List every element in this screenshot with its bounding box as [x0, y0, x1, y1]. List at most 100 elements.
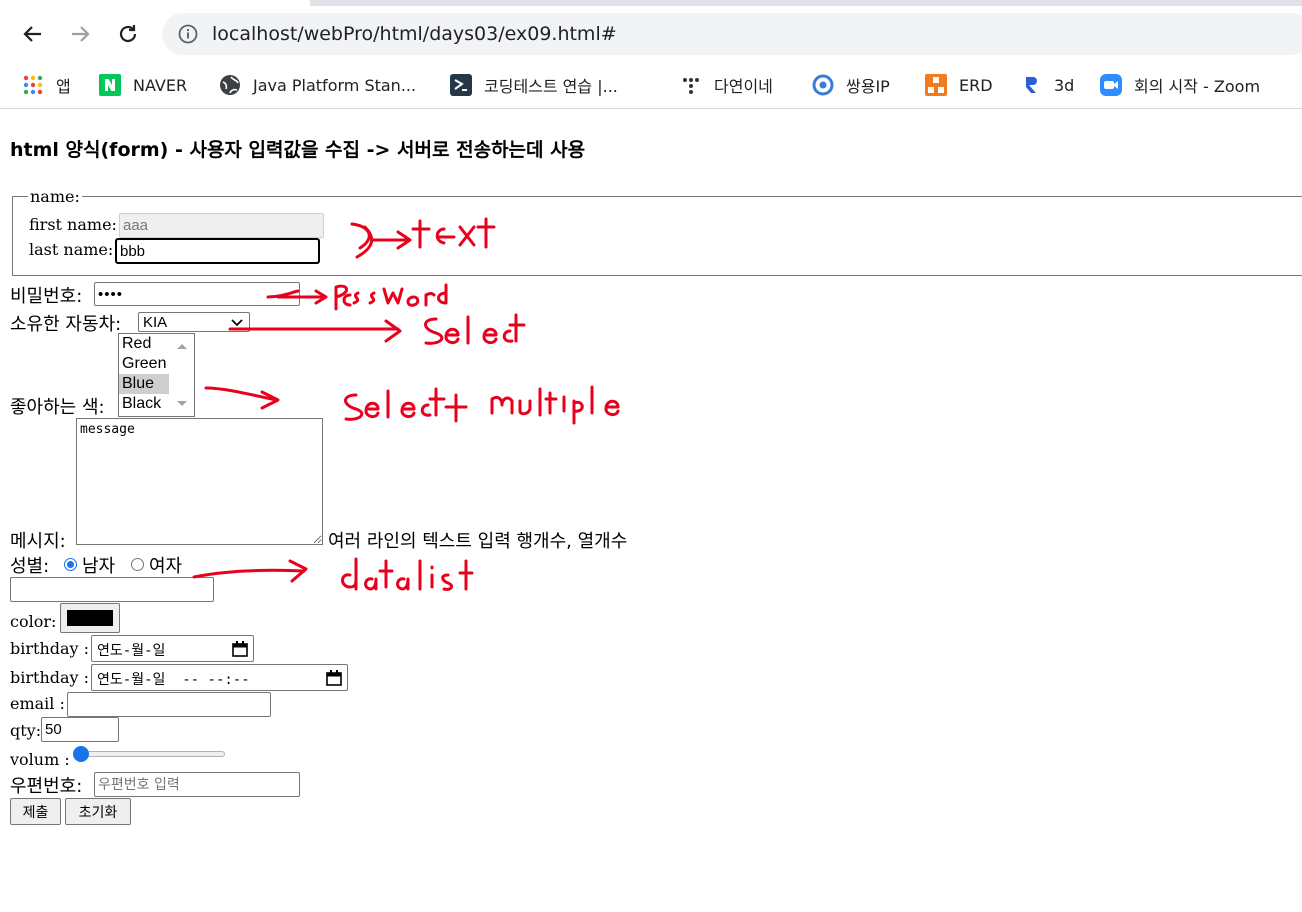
- gender-male-label: 남자: [82, 556, 116, 577]
- scroll-down-icon: [177, 401, 187, 406]
- colors-multi-select[interactable]: Red Green Blue Black: [118, 333, 195, 417]
- message-textarea[interactable]: message: [76, 418, 323, 545]
- bookmark-label: 쌍용IP: [846, 77, 890, 96]
- annot-word-select: [424, 313, 526, 345]
- zipcode-input[interactable]: [94, 772, 300, 797]
- listbox-scrollbar[interactable]: [170, 334, 194, 416]
- bookmarks-bar: 앱 NAVER Java Platform Stan... 코딩테스트 연습 |…: [0, 66, 1302, 109]
- qty-number-input[interactable]: [41, 717, 119, 742]
- reload-button[interactable]: [112, 18, 144, 50]
- bookmark-ssangyong[interactable]: 쌍용IP: [812, 70, 890, 100]
- globe-icon: [219, 74, 241, 96]
- bookmark-label: 앱: [56, 77, 71, 96]
- first-name-label: first name:: [29, 215, 117, 234]
- bookmark-label: 다연이네: [714, 77, 773, 96]
- bookmark-erd[interactable]: ERD: [925, 70, 993, 100]
- reset-button[interactable]: 초기화: [65, 798, 131, 825]
- bookmark-java[interactable]: Java Platform Stan...: [219, 70, 416, 100]
- color-picker[interactable]: [60, 603, 120, 633]
- annot-word-datalist: [341, 557, 474, 591]
- apps-grid-icon: [22, 74, 44, 96]
- qty-label: qty:: [10, 721, 42, 740]
- back-arrow-icon: [23, 26, 41, 42]
- first-name-input[interactable]: [119, 213, 324, 238]
- chevron-down-icon: [231, 319, 243, 327]
- datetime-placeholder: 연도-월-일 -- --:--: [97, 672, 250, 688]
- birthday-datetime-input[interactable]: 연도-월-일 -- --:--: [91, 664, 348, 691]
- color-label: color:: [10, 612, 57, 631]
- calendar-icon[interactable]: [232, 641, 248, 657]
- gender-label: 성별:: [10, 556, 50, 577]
- page-content: html 양식(form) - 사용자 입력값을 수집 -> 서버로 전송하는데…: [0, 109, 1302, 912]
- zipcode-label: 우편번호:: [10, 776, 83, 797]
- slider-track: [75, 751, 225, 757]
- bookmark-apps[interactable]: 앱: [22, 70, 71, 100]
- submit-button[interactable]: 제출: [10, 798, 61, 825]
- r-logo-icon: [1020, 74, 1042, 96]
- info-icon[interactable]: [178, 24, 198, 48]
- email-input[interactable]: [67, 692, 271, 717]
- annot-word-select-plus: [344, 387, 468, 423]
- annot-word-password: [334, 283, 448, 311]
- annot-word-multiple: [490, 385, 620, 425]
- message-label: 메시지:: [10, 531, 66, 552]
- forward-button[interactable]: [64, 18, 96, 50]
- birthday-date-label: birthday :: [10, 639, 90, 658]
- birthday-date-input[interactable]: 연도-월-일: [91, 635, 254, 662]
- address-bar[interactable]: localhost/webPro/html/days03/ex09.html#: [162, 13, 1302, 55]
- bookmark-label: 코딩테스트 연습 |...: [484, 77, 618, 96]
- bookmark-label: 3d: [1054, 75, 1075, 95]
- zoom-icon: [1100, 74, 1122, 96]
- bookmark-label: NAVER: [133, 75, 188, 95]
- password-input[interactable]: [94, 282, 300, 306]
- dots-icon: [680, 74, 702, 96]
- reload-icon: [119, 25, 137, 43]
- bookmark-naver[interactable]: NAVER: [99, 70, 187, 100]
- bookmark-label: ERD: [959, 75, 993, 95]
- car-label: 소유한 자동차:: [10, 314, 122, 335]
- color-option-green[interactable]: Green: [119, 354, 169, 374]
- calendar-icon[interactable]: [326, 670, 342, 686]
- scroll-up-icon: [177, 344, 187, 349]
- fieldset-legend: name:: [30, 187, 80, 206]
- colors-label: 좋아하는 색:: [10, 397, 105, 418]
- url-text: localhost/webPro/html/days03/ex09.html#: [212, 23, 617, 45]
- naver-icon: [99, 74, 121, 96]
- date-placeholder: 연도-월-일: [97, 643, 166, 659]
- last-name-label: last name:: [29, 240, 114, 259]
- page-title: html 양식(form) - 사용자 입력값을 수집 -> 서버로 전송하는데…: [10, 139, 586, 161]
- color-option-blue[interactable]: Blue: [119, 374, 169, 394]
- gender-male-radio[interactable]: [64, 558, 77, 571]
- bookmark-dayeon[interactable]: 다연이네: [680, 70, 773, 100]
- bookmark-3d[interactable]: 3d: [1020, 70, 1074, 100]
- forward-arrow-icon: [72, 26, 90, 42]
- bookmark-label: 회의 시작 - Zoom: [1134, 77, 1261, 96]
- bookmark-label: Java Platform Stan...: [253, 75, 417, 95]
- bookmark-coding-test[interactable]: 코딩테스트 연습 |...: [450, 70, 618, 100]
- volume-label: volum :: [10, 750, 70, 769]
- color-swatch: [67, 610, 113, 626]
- datalist-input[interactable]: [10, 577, 214, 602]
- message-note: 여러 라인의 텍스트 입력 행개수, 열개수: [328, 531, 628, 552]
- birthday-datetime-label: birthday :: [10, 668, 90, 687]
- email-label: email :: [10, 694, 65, 713]
- car-select-value: KIA: [143, 314, 168, 331]
- gender-female-radio[interactable]: [131, 558, 144, 571]
- annot-arrow-multiple: [204, 386, 280, 410]
- color-option-red[interactable]: Red: [119, 334, 169, 354]
- volume-slider[interactable]: [73, 745, 227, 763]
- password-label: 비밀번호:: [10, 286, 83, 307]
- erd-icon: [925, 74, 947, 96]
- color-option-black[interactable]: Black: [119, 394, 169, 414]
- slider-thumb[interactable]: [73, 746, 89, 762]
- ring-icon: [812, 74, 834, 96]
- browser-toolbar: localhost/webPro/html/days03/ex09.html#: [0, 0, 1302, 66]
- programmers-icon: [450, 74, 472, 96]
- back-button[interactable]: [17, 18, 49, 50]
- tab-strip: [0, 0, 1302, 6]
- bookmark-zoom[interactable]: 회의 시작 - Zoom: [1100, 70, 1260, 100]
- gender-female-label: 여자: [149, 556, 183, 577]
- car-select[interactable]: KIA: [138, 312, 250, 332]
- last-name-input[interactable]: [115, 238, 320, 264]
- annot-arrow-select: [228, 319, 402, 343]
